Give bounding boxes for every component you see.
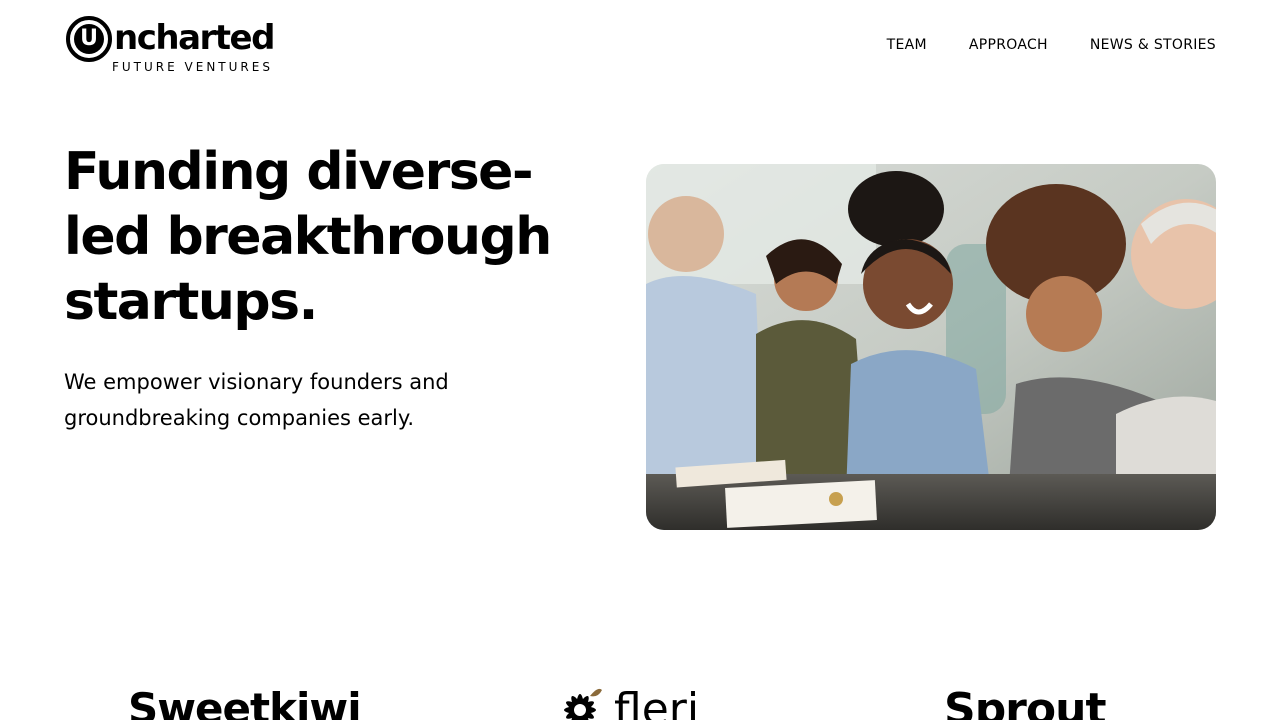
nav-team[interactable]: TEAM	[887, 37, 927, 53]
partner-logo-fleri[interactable]: fleri	[554, 684, 699, 720]
logo-wordmark: ncharted	[114, 18, 275, 58]
hero-title-line-3: startups.	[57, 270, 584, 335]
hero-title-line-2: led breakthrough	[64, 205, 584, 270]
hero-photo-illustration	[646, 164, 1216, 530]
nav-approach[interactable]: APPROACH	[969, 37, 1048, 53]
hero-title-line-1: Funding diverse-	[64, 142, 534, 202]
hero-subtitle: We empower visionary founders and ground…	[64, 370, 449, 430]
hero-photo	[646, 164, 1216, 530]
logo-u-mark: U	[66, 16, 112, 62]
hero-highlight-startups: startups.	[57, 270, 324, 335]
logo-subtitle: FUTURE VENTURES	[112, 60, 273, 74]
partner-fleri-label: fleri	[614, 684, 700, 720]
fleri-flower-icon	[564, 688, 602, 720]
nav-news-stories[interactable]: NEWS & STORIES	[1090, 37, 1216, 53]
logo-u-letter: U	[74, 24, 104, 54]
partner-logo-sweetkiwi[interactable]: Sweetkiwi	[128, 684, 362, 720]
hero-highlight-breakthrough: breakthrough	[159, 205, 559, 270]
hero-title-led: led	[64, 207, 151, 267]
uncharted-logo[interactable]: U ncharted FUTURE VENTURES	[64, 14, 275, 78]
partner-logo-sprout[interactable]: Sprout	[944, 684, 1106, 720]
main-nav: TEAM APPROACH NEWS & STORIES	[887, 37, 1216, 53]
hero-title: Funding diverse- led breakthrough startu…	[57, 140, 584, 335]
